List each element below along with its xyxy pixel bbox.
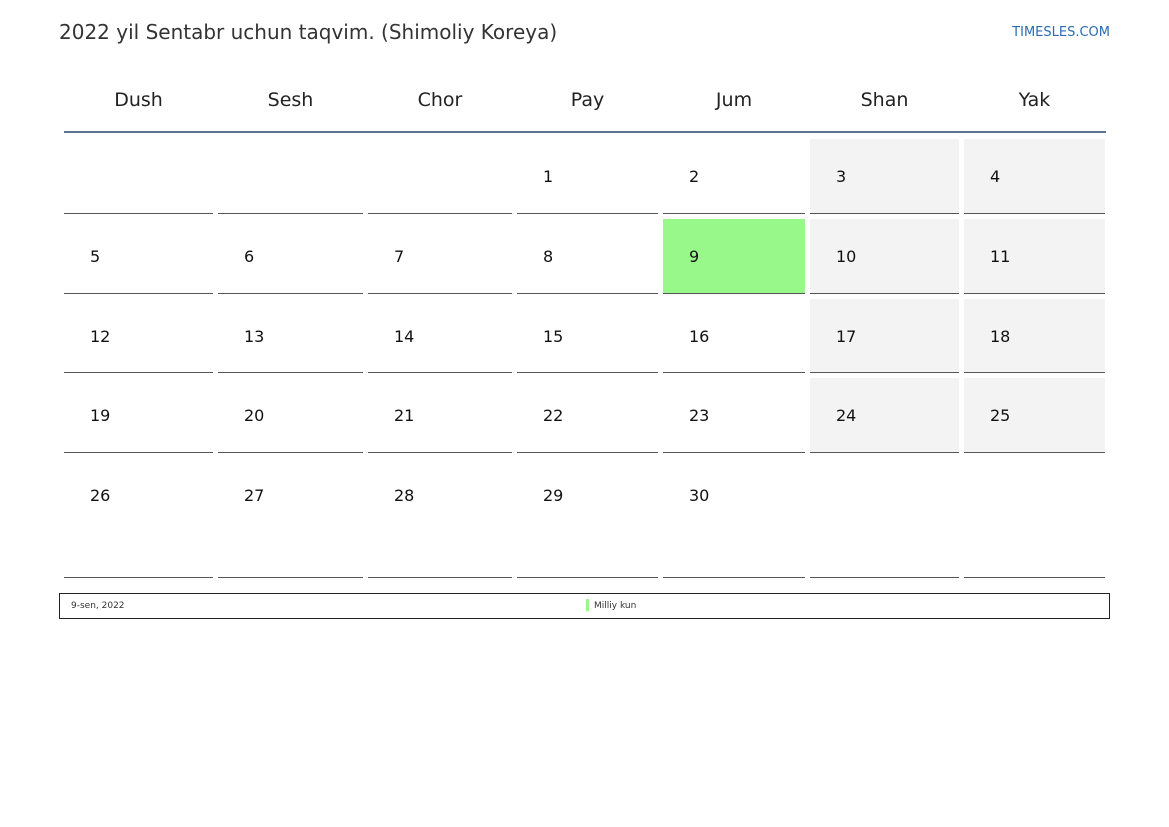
weekday-pay: Pay xyxy=(570,89,605,111)
day-number: 1 xyxy=(543,167,554,186)
day-number: 22 xyxy=(543,406,564,425)
day-cell[interactable]: 3 xyxy=(810,139,959,214)
day-cell[interactable]: 12 xyxy=(64,299,213,373)
day-cell[interactable]: 15 xyxy=(517,299,658,373)
day-number: 18 xyxy=(990,327,1011,346)
weekday-chor: Chor xyxy=(417,89,463,111)
day-cell[interactable]: 26 xyxy=(64,458,213,578)
day-number: 23 xyxy=(689,406,710,425)
weekday-dush: Dush xyxy=(114,89,163,111)
day-cell[interactable]: 14 xyxy=(368,299,512,373)
day-cell[interactable]: 17 xyxy=(810,299,959,373)
weekday-shan: Shan xyxy=(860,89,909,111)
day-cell[interactable]: 23 xyxy=(663,378,805,453)
day-cell[interactable]: 21 xyxy=(368,378,512,453)
empty-day-cell xyxy=(218,139,363,214)
day-number: 13 xyxy=(244,327,265,346)
empty-day-cell xyxy=(64,139,213,214)
day-number: 17 xyxy=(836,327,857,346)
day-cell[interactable]: 7 xyxy=(368,219,512,294)
day-number: 21 xyxy=(394,406,415,425)
day-cell[interactable]: 22 xyxy=(517,378,658,453)
day-cell[interactable]: 20 xyxy=(218,378,363,453)
day-cell[interactable]: 4 xyxy=(964,139,1105,214)
empty-day-cell xyxy=(964,458,1105,578)
page-title: 2022 yil Sentabr uchun taqvim. (Shimoliy… xyxy=(59,20,558,44)
day-number: 27 xyxy=(244,486,265,505)
day-number: 24 xyxy=(836,406,857,425)
day-number: 12 xyxy=(90,327,111,346)
day-cell[interactable]: 19 xyxy=(64,378,213,453)
day-cell[interactable]: 29 xyxy=(517,458,658,578)
legend-holiday-name: Milliy kun xyxy=(594,601,637,611)
day-number: 5 xyxy=(90,247,101,266)
brand-link[interactable]: TIMESLES.COM xyxy=(1012,25,1110,40)
day-cell[interactable]: 27 xyxy=(218,458,363,578)
day-cell[interactable]: 13 xyxy=(218,299,363,373)
day-cell[interactable]: 30 xyxy=(663,458,805,578)
day-cell[interactable]: 2 xyxy=(663,139,805,214)
day-cell[interactable]: 24 xyxy=(810,378,959,453)
day-number: 30 xyxy=(689,486,710,505)
day-cell[interactable]: 18 xyxy=(964,299,1105,373)
day-cell[interactable]: 25 xyxy=(964,378,1105,453)
day-number: 6 xyxy=(244,247,255,266)
day-number: 4 xyxy=(990,167,1001,186)
weekday-header: Dush Sesh Chor Pay Jum Shan Yak xyxy=(0,80,1169,120)
weekday-jum: Jum xyxy=(715,89,753,111)
header-divider xyxy=(64,131,1106,133)
day-cell[interactable]: 5 xyxy=(64,219,213,294)
empty-day-cell xyxy=(810,458,959,578)
day-number: 25 xyxy=(990,406,1011,425)
day-cell[interactable]: 1 xyxy=(517,139,658,214)
legend-date: 9-sen, 2022 xyxy=(71,601,125,611)
day-number: 9 xyxy=(689,247,700,266)
holiday-legend: 9-sen, 2022 Milliy kun xyxy=(59,593,1110,619)
day-cell[interactable]: 8 xyxy=(517,219,658,294)
day-number: 29 xyxy=(543,486,564,505)
weekday-sesh: Sesh xyxy=(267,89,314,111)
holiday-day-cell[interactable]: 9 xyxy=(663,219,805,294)
day-number: 16 xyxy=(689,327,710,346)
day-cell[interactable]: 11 xyxy=(964,219,1105,294)
day-number: 8 xyxy=(543,247,554,266)
day-cell[interactable]: 6 xyxy=(218,219,363,294)
day-cell[interactable]: 10 xyxy=(810,219,959,294)
day-number: 7 xyxy=(394,247,405,266)
day-number: 3 xyxy=(836,167,847,186)
holiday-color-marker xyxy=(586,599,589,611)
day-number: 20 xyxy=(244,406,265,425)
day-number: 15 xyxy=(543,327,564,346)
day-number: 14 xyxy=(394,327,415,346)
day-number: 2 xyxy=(689,167,700,186)
day-number: 10 xyxy=(836,247,857,266)
empty-day-cell xyxy=(368,139,512,214)
day-number: 19 xyxy=(90,406,111,425)
day-number: 26 xyxy=(90,486,111,505)
day-cell[interactable]: 28 xyxy=(368,458,512,578)
day-number: 28 xyxy=(394,486,415,505)
day-cell[interactable]: 16 xyxy=(663,299,805,373)
weekday-yak: Yak xyxy=(1018,89,1051,111)
day-number: 11 xyxy=(990,247,1011,266)
